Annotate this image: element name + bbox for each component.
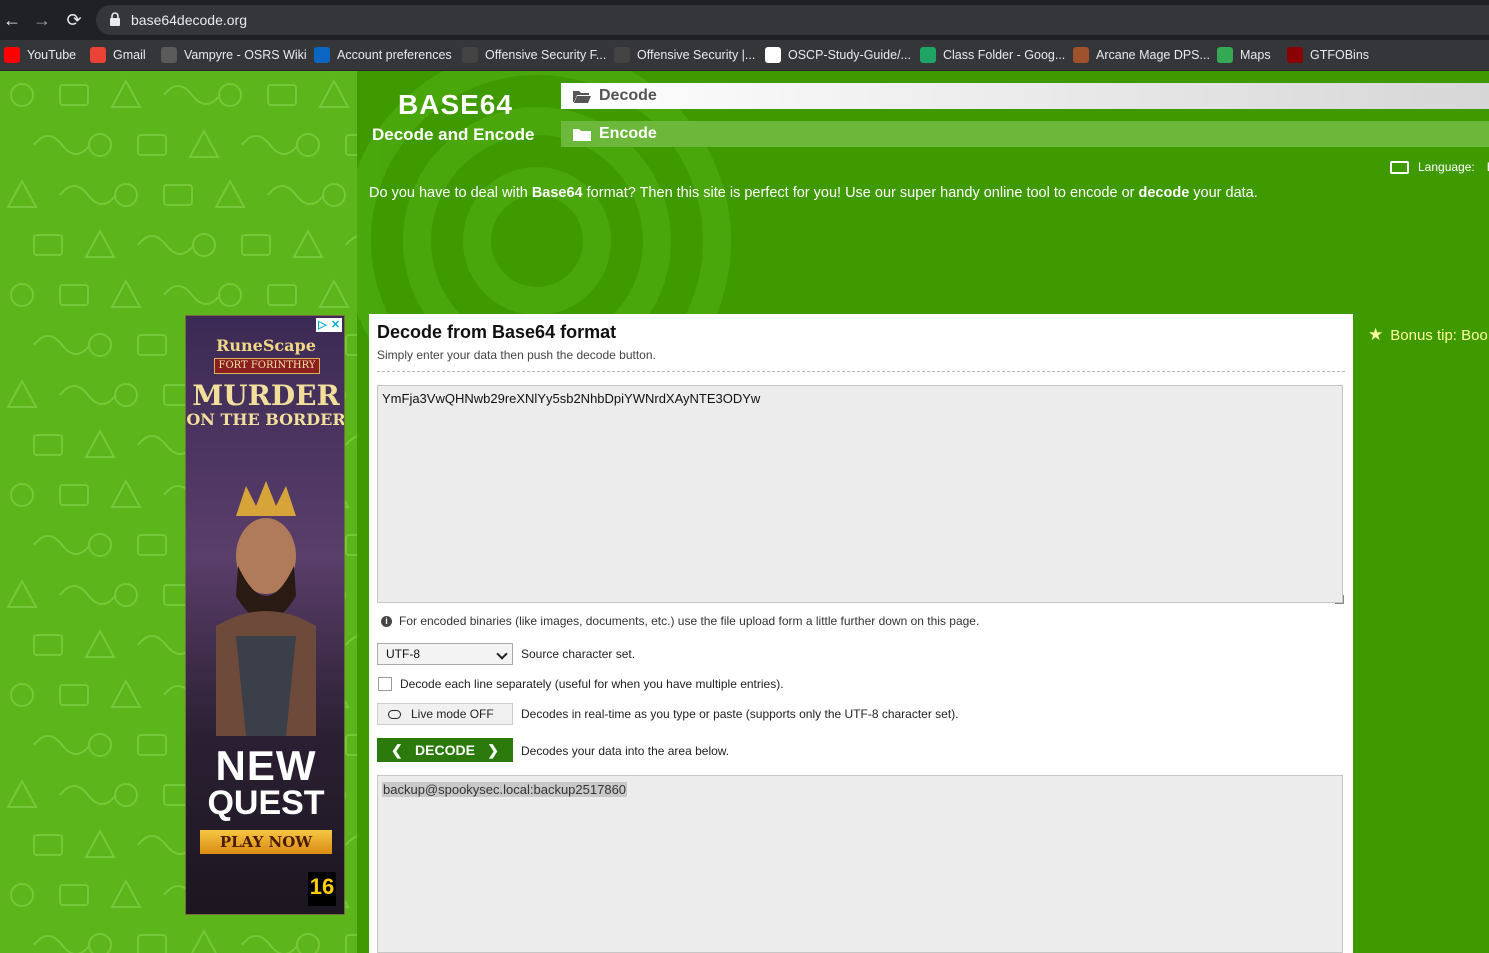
chevron-down-icon xyxy=(496,648,508,660)
ad-play-now-button[interactable]: PLAY NOW xyxy=(200,830,332,854)
browser-toolbar: ← → ⟳ base64decode.org xyxy=(0,0,1489,40)
decode-description: Decodes your data into the area below. xyxy=(521,744,730,758)
tab-decode[interactable]: Decode xyxy=(561,83,1489,109)
decode-button-label: DECODE xyxy=(415,742,475,758)
bookmark-item[interactable]: Class Folder - Goog... xyxy=(920,45,1065,65)
bookmark-item[interactable]: Offensive Security F... xyxy=(462,45,606,65)
bookmark-label: Offensive Security F... xyxy=(485,48,607,62)
charset-label: Source character set. xyxy=(521,647,636,661)
osrs-wiki-icon xyxy=(161,47,177,63)
tab-encode-label: Encode xyxy=(599,125,657,142)
toggle-icon xyxy=(388,709,401,719)
ad-headline-2: ON THE BORDER xyxy=(186,410,345,429)
youtube-icon xyxy=(4,47,20,63)
bookmark-label: Account preferences xyxy=(337,48,452,62)
language-label: Language: xyxy=(1418,160,1475,174)
google-drive-icon xyxy=(920,47,936,63)
ad-headline: MURDER xyxy=(192,379,340,412)
bookmark-item[interactable]: OSCP-Study-Guide/... xyxy=(765,45,911,65)
gmail-icon xyxy=(90,47,106,63)
decode-panel: Decode from Base64 format Simply enter y… xyxy=(369,314,1353,953)
gtfobins-icon xyxy=(1287,47,1303,63)
base64-input[interactable]: YmFja3VwQHNwb29reXNlYy5sb2NhbDpiYWNrdXAy… xyxy=(377,385,1343,603)
bookmark-label: YouTube xyxy=(27,48,77,62)
offsec-icon xyxy=(614,47,630,63)
bookmark-item[interactable]: YouTube xyxy=(4,45,76,65)
decoded-output[interactable]: backup@spookysec.local:backup2517860 xyxy=(377,775,1343,953)
site-logo-title[interactable]: BASE64 xyxy=(398,89,513,121)
ad-character-image xyxy=(216,481,316,736)
back-arrow-icon[interactable]: ← xyxy=(2,10,22,30)
star-icon: ★ xyxy=(1368,325,1384,344)
bookmark-label: Gmail xyxy=(113,48,146,62)
keyboard-icon xyxy=(1390,160,1409,174)
folder-icon xyxy=(573,128,591,141)
live-mode-description: Decodes in real-time as you type or past… xyxy=(521,707,959,721)
resize-grip-icon[interactable] xyxy=(1335,595,1344,604)
panel-subtitle: Simply enter your data then push the dec… xyxy=(377,348,656,362)
bookmark-label: GTFOBins xyxy=(1310,48,1370,62)
ad-quest-text: QUEST xyxy=(207,784,325,822)
ad-new-text: NEW xyxy=(215,742,317,789)
decode-each-line-label[interactable]: Decode each line separately (useful for … xyxy=(400,677,784,691)
bookmark-label: Class Folder - Goog... xyxy=(943,48,1066,62)
live-mode-label: Live mode OFF xyxy=(411,707,494,721)
decode-button[interactable]: ❮ DECODE ❯ xyxy=(377,738,513,762)
decoded-output-text[interactable]: backup@spookysec.local:backup2517860 xyxy=(382,782,628,797)
bookmark-item[interactable]: Account preferences xyxy=(314,45,452,65)
chevron-left-icon: ❮ xyxy=(391,741,403,758)
address-bar[interactable]: base64decode.org xyxy=(96,5,1489,35)
binary-note: i For encoded binaries (like images, doc… xyxy=(381,614,979,628)
bookmark-item[interactable]: Gmail xyxy=(90,45,146,65)
bookmark-item[interactable]: Offensive Security |... xyxy=(614,45,755,65)
offsec-icon xyxy=(462,47,478,63)
wow-icon xyxy=(1073,47,1089,63)
bonus-tip-text: Bonus tip: Boo xyxy=(1390,326,1488,344)
bookmark-label: Maps xyxy=(1240,48,1271,62)
bookmark-item[interactable]: Maps xyxy=(1217,45,1271,65)
forward-arrow-icon[interactable]: → xyxy=(32,10,52,30)
linkedin-icon xyxy=(314,47,330,63)
language-selector[interactable]: Language: E xyxy=(1390,160,1489,174)
pegi-rating-badge: 16 xyxy=(308,872,336,906)
github-icon xyxy=(765,47,781,63)
tab-encode[interactable]: Encode xyxy=(561,121,1489,147)
chevron-right-icon: ❯ xyxy=(487,741,499,758)
decode-each-line-checkbox[interactable] xyxy=(378,677,392,691)
close-icon[interactable]: ✕ xyxy=(329,318,342,332)
ad-subtitle: FORT FORINTHRY xyxy=(214,358,320,374)
bookmark-label: Offensive Security |... xyxy=(637,48,756,62)
tab-decode-label: Decode xyxy=(599,87,657,104)
live-mode-toggle[interactable]: Live mode OFF xyxy=(377,703,513,725)
advertisement-banner[interactable]: ▷ ✕ RuneScape FORT FORINTHRY MURDER ON T… xyxy=(185,315,345,915)
ad-game-logo: RuneScape xyxy=(216,336,316,355)
site-logo-subtitle[interactable]: Decode and Encode xyxy=(372,125,534,145)
charset-value: UTF-8 xyxy=(386,647,420,661)
binary-note-text: For encoded binaries (like images, docum… xyxy=(399,614,980,628)
bookmark-item[interactable]: Vampyre - OSRS Wiki xyxy=(161,45,307,65)
bookmark-label: OSCP-Study-Guide/... xyxy=(788,48,911,62)
ad-choices[interactable]: ▷ ✕ xyxy=(316,318,342,332)
bookmark-item[interactable]: Arcane Mage DPS... xyxy=(1073,45,1210,65)
lock-icon xyxy=(110,12,120,26)
charset-select[interactable]: UTF-8 xyxy=(377,643,513,665)
page: BASE64 Decode and Encode Decode Encode L… xyxy=(0,71,1489,953)
bonus-tip: ★ Bonus tip: Boo xyxy=(1368,325,1488,345)
bookmark-label: Arcane Mage DPS... xyxy=(1096,48,1210,62)
url-text: base64decode.org xyxy=(131,12,247,28)
adchoices-icon[interactable]: ▷ xyxy=(316,318,329,332)
reload-icon[interactable]: ⟳ xyxy=(64,10,84,30)
bookmark-item[interactable]: GTFOBins xyxy=(1287,45,1369,65)
intro-text: Do you have to deal with Base64 format? … xyxy=(369,185,1258,201)
folder-open-icon xyxy=(573,90,591,103)
panel-title: Decode from Base64 format xyxy=(377,322,617,342)
google-maps-icon xyxy=(1217,47,1233,63)
divider xyxy=(377,371,1345,372)
info-icon: i xyxy=(381,615,392,627)
bookmark-label: Vampyre - OSRS Wiki xyxy=(184,48,307,62)
bookmarks-bar: YouTube Gmail Vampyre - OSRS Wiki Account p… xyxy=(0,40,1489,71)
